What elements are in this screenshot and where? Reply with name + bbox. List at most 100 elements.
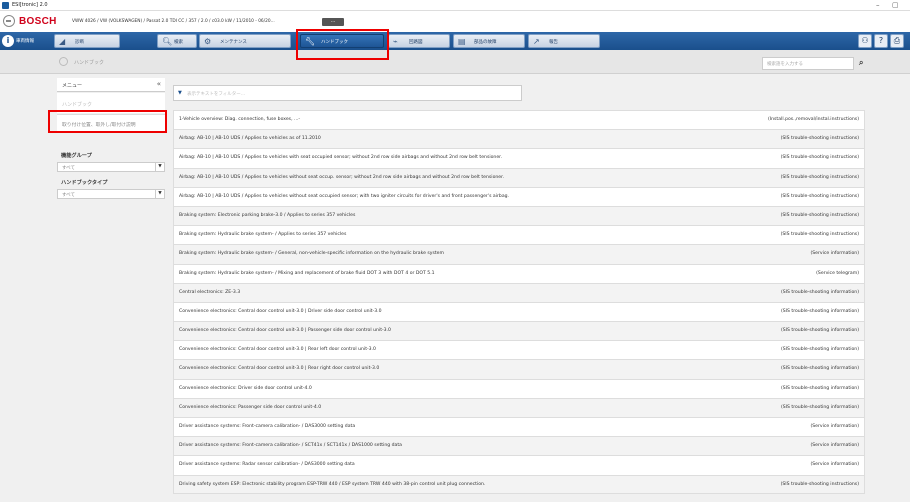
list-item[interactable]: Braking system: Electronic parking brake…: [173, 205, 865, 226]
list-item[interactable]: Convenience electronics: Driver side doo…: [173, 378, 865, 398]
tab-label: 報告: [549, 40, 558, 45]
sidebar: メニュー « ハンドブック 取り付け位置、取外し/取付け説明 機能グループ すべ…: [57, 78, 165, 502]
tab-label: メンテナンス: [220, 40, 247, 45]
list-item[interactable]: Convenience electronics: Central door co…: [173, 321, 865, 341]
chevron-down-icon: ▼: [155, 163, 164, 171]
list-item-type: (SIS trouble-shooting instructions): [780, 136, 859, 142]
function-group-select[interactable]: すべて ▼: [57, 162, 165, 172]
list-item-type: (Install.pos.,removal/instal.instruction…: [767, 117, 859, 122]
tab-circuit-diagram[interactable]: ⌁ 回路図: [388, 34, 450, 48]
breadcrumb-label: ハンドブック: [74, 60, 105, 66]
handbook-list: 1-Vehicle overview: Diag. connection, fu…: [173, 110, 865, 494]
list-item[interactable]: Convenience electronics: Central door co…: [173, 301, 865, 322]
print-icon: ⎙: [893, 36, 901, 45]
list-item-title: Central electronics: ZE-3.3: [179, 289, 241, 295]
list-item-type: (SIS trouble-shooting information): [780, 347, 859, 353]
list-item-title: Driver assistance systems: Radar sensor …: [179, 462, 355, 468]
function-group-label: 機能グループ: [61, 153, 92, 159]
list-item[interactable]: Airbag: AB-10 | AB-10 UDS / Applies to v…: [173, 167, 865, 187]
list-item[interactable]: Airbag: AB-10 | AB-10 UDS / Applies to v…: [173, 148, 865, 168]
list-item-title: Convenience electronics: Central door co…: [179, 308, 382, 314]
list-item[interactable]: Driving safety system ESP: Electronic st…: [173, 474, 865, 494]
list-item-type: (SIS trouble-shooting information): [780, 308, 859, 314]
list-item[interactable]: Convenience electronics: Passenger side …: [173, 397, 865, 417]
info-icon[interactable]: i: [2, 35, 14, 47]
list-item-type: (SIS trouble-shooting instructions): [780, 193, 859, 199]
list-item[interactable]: Central electronics: ZE-3.3 (SIS trouble-…: [173, 282, 865, 302]
tab-diagnosis[interactable]: ◢ 診断: [54, 34, 120, 48]
tab-label: 回路図: [409, 40, 423, 45]
list-item[interactable]: Convenience electronics: Central door co…: [173, 359, 865, 379]
list-item-title: Convenience electronics: Driver side doo…: [179, 385, 312, 391]
vehicle-menu-button[interactable]: ···: [322, 18, 344, 26]
list-item-title: Braking system: Hydraulic brake system- …: [179, 270, 435, 276]
menu-title: メニュー: [62, 83, 83, 89]
list-item-title: Driver assistance systems: Front-camera …: [179, 443, 402, 449]
collapse-icon[interactable]: «: [157, 80, 161, 88]
breadcrumb-home-icon[interactable]: [59, 57, 68, 66]
car-diagnosis-icon: ◢: [59, 37, 66, 46]
list-item-type: (SIS trouble-shooting instructions): [780, 232, 859, 238]
maximize-button[interactable]: ▢: [892, 1, 899, 9]
list-item[interactable]: Driver assistance systems: Front-camera …: [173, 436, 865, 456]
user-icon: ⚇: [861, 36, 869, 45]
list-item[interactable]: Airbag: AB-10 | AB-10 UDS / Applies to v…: [173, 129, 865, 149]
select-value: すべて: [62, 166, 76, 171]
tab-label: 診断: [75, 40, 84, 45]
list-item[interactable]: 1-Vehicle overview: Diag. connection, fu…: [173, 110, 865, 130]
help-icon: ?: [878, 36, 884, 45]
list-item-type: (Service telegram): [816, 270, 859, 276]
brand-logo: BOSCH: [19, 16, 57, 27]
print-button[interactable]: ⎙: [890, 34, 904, 48]
filter-input[interactable]: ▼ 表示テキストをフィルター...: [173, 85, 522, 101]
select-value: すべて: [62, 193, 76, 198]
list-item-title: Driver assistance systems: Front-camera …: [179, 424, 356, 429]
list-item[interactable]: Braking system: Hydraulic brake system- …: [173, 263, 865, 283]
tab-label: 部品の故障: [474, 40, 497, 45]
list-item-type: (SIS trouble-shooting information): [780, 385, 859, 391]
list-item-title: Convenience electronics: Central door co…: [179, 347, 376, 353]
list-item-type: (SIS trouble-shooting information): [780, 404, 859, 410]
tab-report[interactable]: ↗ 報告: [528, 34, 600, 48]
minimize-button[interactable]: –: [876, 1, 880, 9]
list-item[interactable]: Airbag: AB-10 | AB-10 UDS / Applies to v…: [173, 186, 865, 206]
help-button[interactable]: ?: [874, 34, 888, 48]
tab-maintenance[interactable]: ⚙ メンテナンス: [199, 34, 291, 48]
list-item-title: Braking system: Hydraulic brake system- …: [179, 232, 347, 238]
list-item[interactable]: Driver assistance systems: Front-camera …: [173, 417, 865, 437]
highlight-box-handbook-tab: [296, 29, 389, 60]
list-item-title: 1-Vehicle overview: Diag. connection, fu…: [179, 117, 301, 122]
list-item-title: Convenience electronics: Passenger side …: [179, 404, 322, 410]
list-item-title: Airbag: AB-10 | AB-10 UDS / Applies to v…: [179, 174, 505, 180]
search-icon: 🔍︎: [162, 37, 173, 46]
search-input[interactable]: 検索語を入力する: [762, 57, 854, 70]
report-icon: ↗: [533, 37, 540, 46]
handbook-type-select[interactable]: すべて ▼: [57, 189, 165, 199]
handbook-type-label: ハンドブックタイプ: [61, 180, 108, 186]
list-item-title: Braking system: Electronic parking brake…: [179, 212, 356, 218]
brand-bar: BOSCH VWW 4026 / VW (VOLKSWAGEN) / Passa…: [0, 11, 910, 32]
user-button[interactable]: ⚇: [858, 34, 872, 48]
list-item-type: (SIS trouble-shooting instructions): [780, 481, 859, 487]
list-item[interactable]: Braking system: Hydraulic brake system- …: [173, 225, 865, 245]
filter-placeholder: 表示テキストをフィルター...: [187, 92, 246, 97]
parts-fault-icon: ▤: [458, 37, 466, 46]
list-item-type: (Service information): [810, 424, 859, 429]
list-item-type: (SIS trouble-shooting instructions): [780, 174, 859, 180]
list-item[interactable]: Driver assistance systems: Radar sensor …: [173, 455, 865, 475]
tab-parts-fault[interactable]: ▤ 部品の故障: [453, 34, 525, 48]
nav-vehicle-info[interactable]: 車両情報: [16, 38, 34, 44]
list-item[interactable]: Braking system: Hydraulic brake system- …: [173, 244, 865, 264]
tab-label: 検索: [174, 40, 183, 45]
list-item[interactable]: Convenience electronics: Central door co…: [173, 340, 865, 360]
search-icon[interactable]: ⌕: [859, 58, 863, 68]
circuit-diagram-icon: ⌁: [393, 37, 398, 46]
vehicle-identification: VWW 4026 / VW (VOLKSWAGEN) / Passat 2.0 …: [72, 19, 275, 24]
list-item-type: (Service information): [810, 251, 859, 257]
list-item-type: (SIS trouble-shooting information): [780, 289, 859, 295]
list-item-title: Convenience electronics: Central door co…: [179, 328, 391, 334]
list-item-type: (Service information): [810, 462, 859, 468]
tab-search[interactable]: 🔍︎ 検索: [157, 34, 197, 48]
main-navigation: i 車両情報 ◢ 診断 🔍︎ 検索 ⚙ メンテナンス 🔧︎ ハンドブック ⌁ 回…: [0, 32, 910, 50]
filter-icon: ▼: [178, 90, 182, 96]
